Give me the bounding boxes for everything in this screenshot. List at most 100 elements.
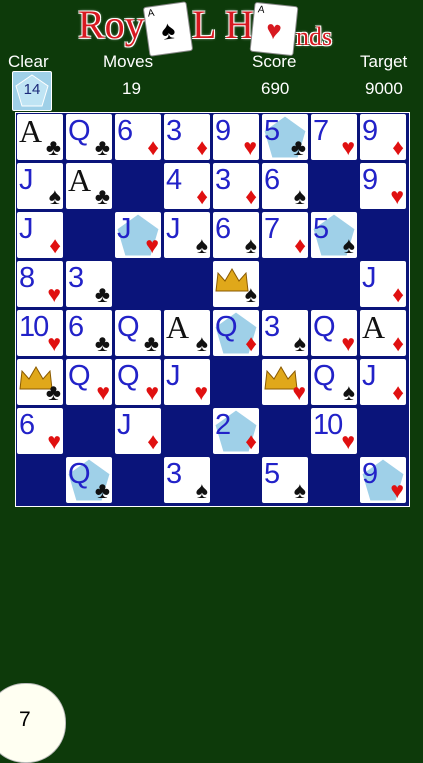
card-rank: 6	[19, 409, 35, 441]
card-cell[interactable]: A ♠	[164, 310, 210, 356]
card-cell[interactable]: 6 ♠	[213, 212, 259, 258]
card-cell[interactable]: 9 ♥	[360, 457, 406, 503]
spade-icon: ♠	[293, 477, 306, 503]
club-icon: ♣	[94, 477, 110, 503]
diamond-icon: ♦	[245, 183, 257, 209]
spade-icon: ♠	[244, 232, 257, 258]
card-cell[interactable]: A ♦	[360, 310, 406, 356]
card-cell[interactable]: Q ♥	[311, 310, 357, 356]
card-cell[interactable]: Q ♣	[66, 457, 112, 503]
moves-label: Moves	[103, 52, 154, 71]
card-cell[interactable]: 5 ♠	[262, 457, 308, 503]
card-cell[interactable]: Q ♦	[213, 310, 259, 356]
spade-icon: ♠	[244, 281, 257, 307]
diamond-icon: ♦	[392, 379, 404, 405]
royal-hands-logo: Roy A ♠ L H A ♥ nds	[0, 0, 423, 57]
score-label: Score	[252, 52, 297, 71]
clear-badge: 14	[12, 71, 52, 111]
card-rank: 5	[264, 458, 280, 490]
spade-icon: ♠	[293, 183, 306, 209]
card-cell[interactable]: J ♠	[164, 212, 210, 258]
card-cell[interactable]: 3 ♦	[213, 163, 259, 209]
club-icon: ♣	[290, 134, 306, 160]
card-cell[interactable]: Q ♣	[66, 114, 112, 160]
card-cell[interactable]: A ♣	[17, 114, 63, 160]
card-rank: Q	[68, 360, 91, 392]
card-rank: 3	[166, 458, 182, 490]
card-cell[interactable]: J ♥	[115, 212, 161, 258]
card-rank: A	[166, 310, 189, 345]
heart-icon: ♥	[341, 134, 355, 160]
heart-icon: ♥	[243, 134, 257, 160]
diamond-icon: ♦	[49, 232, 61, 258]
card-cell[interactable]: 6 ♠	[262, 163, 308, 209]
diamond-icon: ♦	[245, 330, 257, 356]
club-icon: ♣	[94, 134, 110, 160]
card-cell[interactable]: 6 ♦	[115, 114, 161, 160]
card-cell[interactable]: 9 ♦	[360, 114, 406, 160]
card-rank: 9	[362, 164, 378, 196]
card-rank: 7	[313, 115, 329, 147]
game-board: A ♣ Q ♣ 6 ♦ 3 ♦ 9 ♥ 5 ♣ 7 ♥ 9 ♦ J ♠ A ♣ 4 ♦ 3 ♦ 6 ♠ 9 ♥ J ♦ J ♥ J ♠ 6 ♠ 7 ♦ 5 ♠…	[15, 112, 410, 507]
card-rank: 4	[166, 164, 182, 196]
card-rank: 3	[264, 311, 280, 343]
card-cell[interactable]: 2 ♦	[213, 408, 259, 454]
card-rank: Q	[117, 311, 140, 343]
card-cell[interactable]: 3 ♦	[164, 114, 210, 160]
club-icon: ♣	[45, 379, 61, 405]
card-cell[interactable]: 10 ♥	[311, 408, 357, 454]
card-rank: 3	[215, 164, 231, 196]
heart-icon: ♥	[145, 232, 159, 258]
card-cell[interactable]: 8 ♥	[17, 261, 63, 307]
spade-icon: ♠	[195, 330, 208, 356]
card-cell[interactable]: Q ♠	[311, 359, 357, 405]
card-cell[interactable]: ♠	[213, 261, 259, 307]
club-icon: ♣	[143, 330, 159, 356]
card-rank: 3	[166, 115, 182, 147]
card-cell[interactable]: 3 ♠	[262, 310, 308, 356]
spade-icon: ♠	[342, 379, 355, 405]
card-cell[interactable]: Q ♥	[66, 359, 112, 405]
card-cell[interactable]: ♣	[17, 359, 63, 405]
logo-text-part2: L H	[192, 2, 254, 47]
score-value: 690	[261, 79, 290, 98]
hand-count-button[interactable]: 7	[0, 683, 66, 763]
card-cell[interactable]: 3 ♠	[164, 457, 210, 503]
card-cell[interactable]: J ♦	[115, 408, 161, 454]
card-cell[interactable]: 5 ♠	[311, 212, 357, 258]
card-rank: 9	[362, 458, 378, 490]
card-rank: Q	[68, 115, 91, 147]
card-cell[interactable]: J ♦	[360, 261, 406, 307]
card-rank: A	[19, 114, 42, 149]
card-cell[interactable]: 5 ♣	[262, 114, 308, 160]
card-cell[interactable]: 10 ♥	[17, 310, 63, 356]
card-rank: 5	[313, 213, 329, 245]
card-cell[interactable]: J ♠	[17, 163, 63, 209]
card-cell[interactable]: A ♣	[66, 163, 112, 209]
card-rank: A	[362, 310, 385, 345]
card-cell[interactable]: 7 ♦	[262, 212, 308, 258]
card-cell[interactable]: J ♦	[360, 359, 406, 405]
card-cell[interactable]: Q ♣	[115, 310, 161, 356]
heart-icon: ♥	[390, 477, 404, 503]
spade-icon: ♠	[159, 14, 178, 46]
card-cell[interactable]: J ♦	[17, 212, 63, 258]
card-rank: 2	[215, 409, 231, 441]
diamond-icon: ♦	[294, 232, 306, 258]
card-cell[interactable]: Q ♥	[115, 359, 161, 405]
card-rank: 10	[19, 311, 49, 343]
card-rank: J	[117, 213, 131, 245]
card-cell[interactable]: 9 ♥	[213, 114, 259, 160]
card-cell[interactable]: 9 ♥	[360, 163, 406, 209]
card-cell[interactable]: ♥	[262, 359, 308, 405]
card-cell[interactable]: 7 ♥	[311, 114, 357, 160]
club-icon: ♣	[94, 281, 110, 307]
heart-icon: ♥	[194, 379, 208, 405]
card-cell[interactable]: J ♥	[164, 359, 210, 405]
card-cell[interactable]: 6 ♥	[17, 408, 63, 454]
heart-icon: ♥	[292, 379, 306, 405]
card-rank: J	[362, 262, 376, 294]
card-cell[interactable]: 3 ♣	[66, 261, 112, 307]
card-cell[interactable]: 6 ♣	[66, 310, 112, 356]
card-cell[interactable]: 4 ♦	[164, 163, 210, 209]
